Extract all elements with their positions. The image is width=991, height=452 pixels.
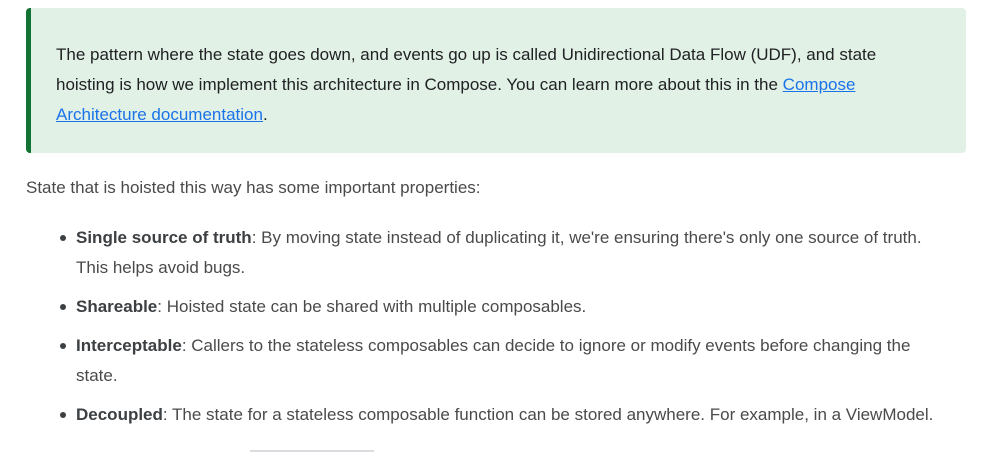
note-text: The pattern where the state goes down, a… — [56, 45, 877, 94]
bullet-icon — [60, 304, 66, 310]
property-term: Shareable — [76, 297, 158, 316]
properties-list: Single source of truth: By moving state … — [26, 223, 956, 439]
intro-paragraph: State that is hoisted this way has some … — [26, 178, 481, 197]
property-description: : Hoisted state can be shared with multi… — [157, 297, 587, 316]
property-term: Single source of truth — [76, 228, 252, 247]
note-text-end: . — [262, 105, 268, 124]
property-term: Interceptable — [76, 336, 182, 355]
property-description: : Callers to the stateless composables c… — [76, 336, 911, 385]
note-callout: The pattern where the state goes down, a… — [26, 8, 966, 153]
list-item: Single source of truth: By moving state … — [60, 223, 956, 283]
bullet-icon — [60, 412, 66, 418]
property-term: Decoupled — [76, 405, 163, 424]
list-item: Shareable: Hoisted state can be shared w… — [60, 292, 956, 322]
list-item: Decoupled: The state for a stateless com… — [60, 400, 956, 430]
bullet-icon — [60, 235, 66, 241]
property-description: : The state for a stateless composable f… — [162, 405, 934, 424]
bullet-icon — [60, 343, 66, 349]
list-item: Interceptable: Callers to the stateless … — [60, 331, 956, 391]
